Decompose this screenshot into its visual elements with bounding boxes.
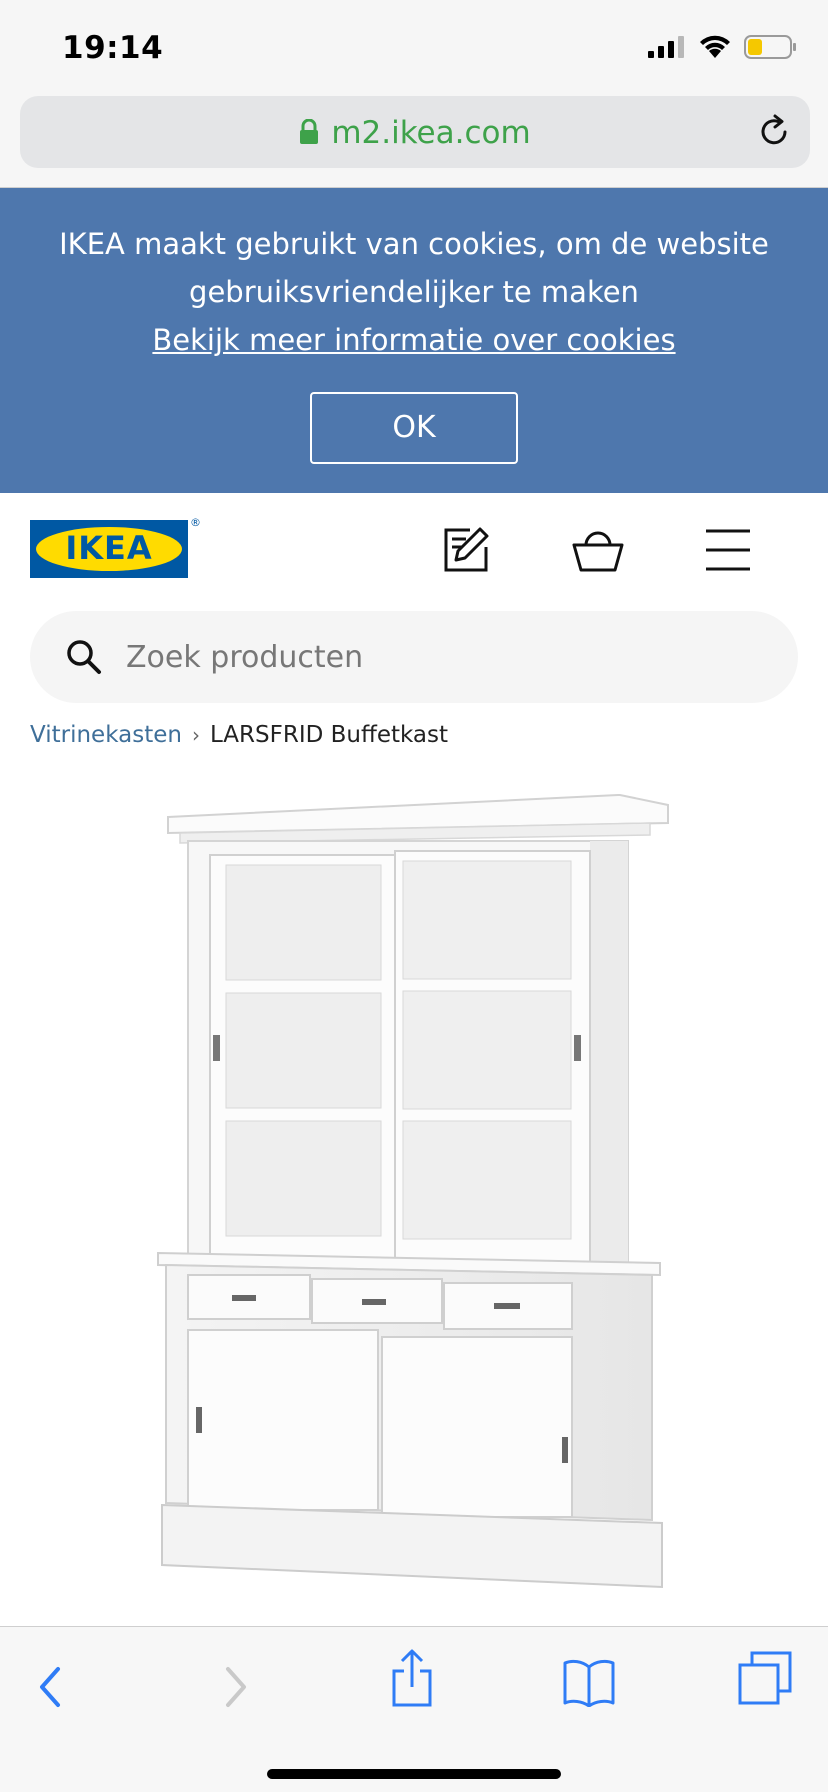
ikea-logo[interactable]: IKEA [30, 520, 188, 578]
logo-registered-mark: ® [190, 516, 201, 529]
shopping-list-icon[interactable] [440, 525, 490, 575]
forward-icon[interactable] [218, 1665, 252, 1709]
url-display[interactable]: m2.ikea.com [20, 115, 810, 151]
bookmarks-icon[interactable] [562, 1657, 616, 1707]
logo-text: IKEA [65, 529, 153, 567]
breadcrumb: Vitrinekasten › LARSFRID Buffetkast [30, 722, 448, 748]
cookie-ok-button[interactable]: OK [310, 392, 518, 464]
browser-toolbar [0, 1626, 828, 1792]
product-image[interactable] [150, 785, 680, 1590]
back-icon[interactable] [34, 1665, 68, 1709]
menu-icon[interactable] [704, 528, 752, 572]
cookie-banner: IKEA maakt gebruikt van cookies, om de w… [0, 188, 828, 493]
status-bar: 19:14 [0, 0, 828, 96]
tabs-icon[interactable] [738, 1651, 792, 1705]
basket-icon[interactable] [572, 529, 624, 573]
search-input[interactable] [126, 611, 766, 703]
url-text: m2.ikea.com [331, 115, 531, 151]
url-bar[interactable]: m2.ikea.com [20, 96, 810, 168]
site-header: IKEA ® [0, 493, 828, 605]
cookie-info-link[interactable]: Bekijk meer informatie over cookies [152, 316, 675, 364]
wifi-icon [700, 35, 730, 58]
lock-icon [300, 119, 319, 144]
share-icon[interactable] [390, 1649, 434, 1709]
search-icon[interactable] [66, 639, 102, 675]
search-bar [30, 611, 798, 703]
browser-top-bar: m2.ikea.com [0, 96, 828, 188]
cookie-message: IKEA maakt gebruikt van cookies, om de w… [59, 227, 769, 309]
status-time: 19:14 [62, 30, 164, 66]
signal-icon [648, 36, 684, 58]
breadcrumb-current: LARSFRID Buffetkast [209, 722, 449, 748]
home-indicator[interactable] [267, 1769, 561, 1779]
status-icons [648, 34, 798, 60]
chevron-right-icon: › [191, 723, 200, 747]
battery-icon [744, 35, 796, 59]
breadcrumb-parent-link[interactable]: Vitrinekasten [30, 722, 182, 748]
reload-icon[interactable] [756, 114, 792, 150]
